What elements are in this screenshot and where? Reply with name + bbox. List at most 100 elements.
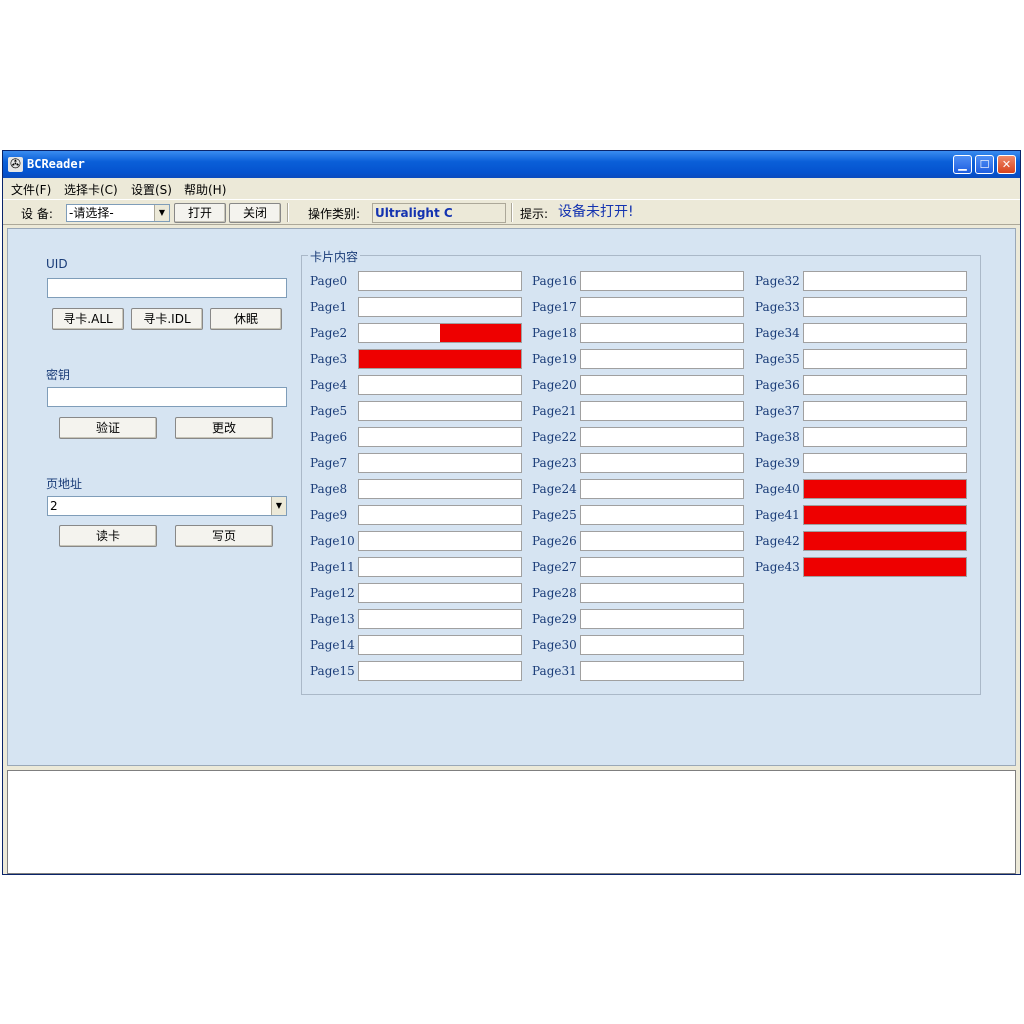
page-label: Page33: [755, 300, 800, 314]
chevron-down-icon[interactable]: ▼: [271, 497, 286, 515]
page-label: Page38: [755, 430, 800, 444]
page-field[interactable]: [358, 375, 522, 395]
page-field[interactable]: [358, 271, 522, 291]
menu-bar: 文件(F) 选择卡(C) 设置(S) 帮助(H): [3, 178, 1020, 198]
page-label: Page19: [532, 352, 577, 366]
page-field[interactable]: [580, 323, 744, 343]
page-label: Page13: [310, 612, 355, 626]
log-output[interactable]: [7, 770, 1016, 874]
close-device-button[interactable]: 关闭: [229, 203, 281, 223]
page-field[interactable]: [803, 505, 967, 525]
page-label: Page35: [755, 352, 800, 366]
page-label: Page11: [310, 560, 355, 574]
page-address-select[interactable]: 2 ▼: [47, 496, 287, 516]
page-label: Page9: [310, 508, 348, 522]
page-field[interactable]: [358, 609, 522, 629]
page-label: Page10: [310, 534, 355, 548]
page-field[interactable]: [580, 401, 744, 421]
page-field[interactable]: [803, 401, 967, 421]
hint-value: 设备未打开!: [558, 204, 634, 220]
page-field[interactable]: [358, 635, 522, 655]
verify-button[interactable]: 验证: [59, 417, 157, 439]
page-field[interactable]: [803, 271, 967, 291]
page-field[interactable]: [580, 505, 744, 525]
page-field[interactable]: [580, 375, 744, 395]
main-panel: UID 寻卡.ALL 寻卡.IDL 休眠 密钥 验证 更改 页地址 2 ▼ 读卡…: [7, 228, 1016, 766]
menu-select-card[interactable]: 选择卡(C): [64, 181, 118, 198]
page-field[interactable]: [803, 479, 967, 499]
menu-file[interactable]: 文件(F): [11, 181, 51, 198]
page-field[interactable]: [358, 661, 522, 681]
page-label: Page30: [532, 638, 577, 652]
page-field[interactable]: [803, 323, 967, 343]
page-field[interactable]: [580, 557, 744, 577]
page-field[interactable]: [803, 349, 967, 369]
locked-page-fill: [804, 480, 966, 498]
page-label: Page37: [755, 404, 800, 418]
page-field[interactable]: [580, 583, 744, 603]
window-title: BCReader: [27, 157, 85, 171]
menu-settings[interactable]: 设置(S): [131, 181, 172, 198]
page-field[interactable]: [358, 349, 522, 369]
page-field[interactable]: [358, 401, 522, 421]
page-field[interactable]: [580, 271, 744, 291]
page-label: Page16: [532, 274, 577, 288]
page-label: Page41: [755, 508, 800, 522]
chevron-down-icon[interactable]: ▼: [154, 205, 169, 221]
page-label: Page7: [310, 456, 348, 470]
page-field[interactable]: [358, 427, 522, 447]
page-field[interactable]: [358, 297, 522, 317]
page-field[interactable]: [358, 583, 522, 603]
page-field[interactable]: [803, 297, 967, 317]
device-select[interactable]: -请选择- ▼: [66, 204, 170, 222]
close-window-button[interactable]: ✕: [997, 155, 1016, 174]
page-address-label: 页地址: [46, 477, 83, 491]
page-label: Page32: [755, 274, 800, 288]
page-field[interactable]: [358, 557, 522, 577]
page-field[interactable]: [580, 427, 744, 447]
title-bar[interactable]: ✇ BCReader ▁ ☐ ✕: [3, 151, 1020, 178]
page-field[interactable]: [358, 323, 522, 343]
page-label: Page5: [310, 404, 348, 418]
page-field[interactable]: [358, 453, 522, 473]
page-label: Page3: [310, 352, 348, 366]
menu-help[interactable]: 帮助(H): [184, 181, 226, 198]
page-field[interactable]: [358, 531, 522, 551]
uid-input[interactable]: [47, 278, 287, 298]
open-button[interactable]: 打开: [174, 203, 226, 223]
sleep-button[interactable]: 休眠: [210, 308, 282, 330]
page-field[interactable]: [580, 349, 744, 369]
minimize-button[interactable]: ▁: [953, 155, 972, 174]
key-input[interactable]: [47, 387, 287, 407]
page-field[interactable]: [580, 479, 744, 499]
page-label: Page23: [532, 456, 577, 470]
app-icon: ✇: [8, 157, 23, 172]
page-field[interactable]: [358, 505, 522, 525]
page-label: Page1: [310, 300, 348, 314]
page-field[interactable]: [803, 427, 967, 447]
page-field[interactable]: [580, 609, 744, 629]
op-type-label: 操作类别:: [308, 207, 361, 221]
read-card-button[interactable]: 读卡: [59, 525, 157, 547]
page-field[interactable]: [803, 375, 967, 395]
page-field[interactable]: [803, 531, 967, 551]
change-key-button[interactable]: 更改: [175, 417, 273, 439]
page-label: Page29: [532, 612, 577, 626]
page-field[interactable]: [803, 453, 967, 473]
maximize-button[interactable]: ☐: [975, 155, 994, 174]
page-field[interactable]: [580, 531, 744, 551]
card-content-group: 卡片内容 Page0 Page1 Page2 Page3 Page4 Page5 Page6…: [301, 248, 981, 695]
hint-label: 提示:: [520, 207, 549, 221]
page-field[interactable]: [580, 661, 744, 681]
page-field[interactable]: [580, 635, 744, 655]
page-field[interactable]: [803, 557, 967, 577]
page-field[interactable]: [358, 479, 522, 499]
page-label: Page2: [310, 326, 348, 340]
find-idl-button[interactable]: 寻卡.IDL: [131, 308, 203, 330]
write-page-button[interactable]: 写页: [175, 525, 273, 547]
locked-page-fill: [804, 558, 966, 576]
page-field[interactable]: [580, 453, 744, 473]
page-field[interactable]: [580, 297, 744, 317]
page-label: Page4: [310, 378, 348, 392]
find-all-button[interactable]: 寻卡.ALL: [52, 308, 124, 330]
